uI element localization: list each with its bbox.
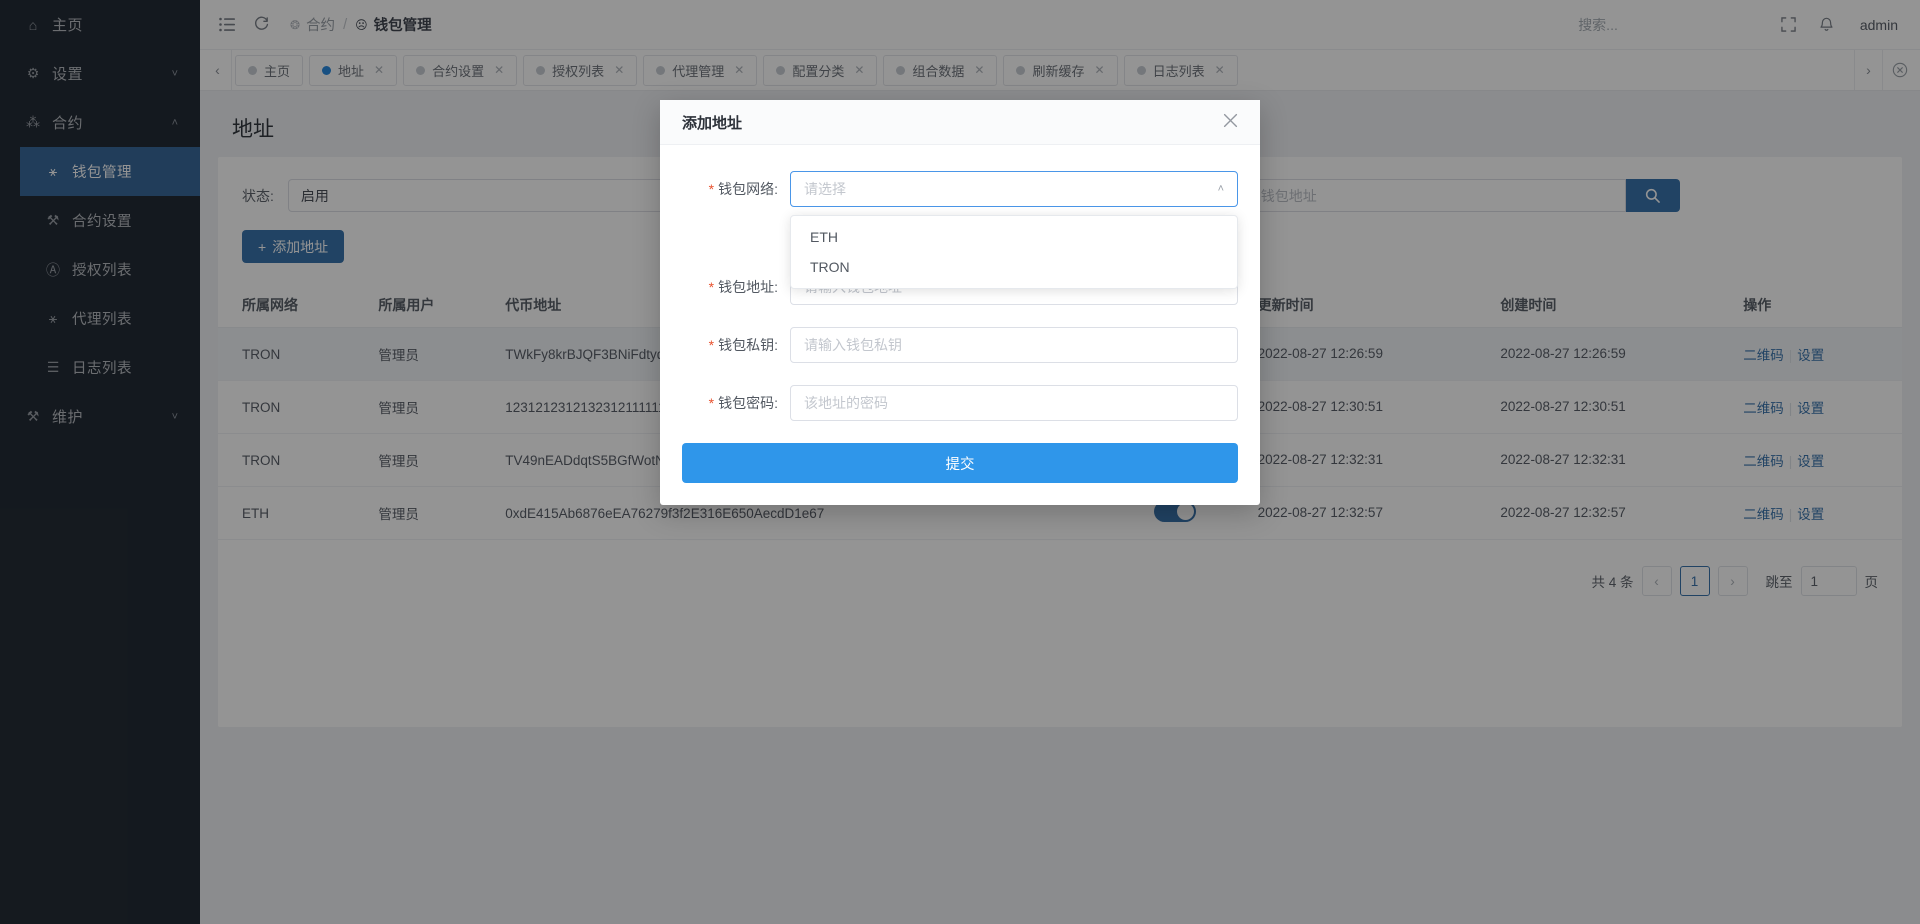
field-control: 请选择 ˄	[790, 171, 1238, 207]
field-control: 请输入钱包私钥	[790, 327, 1238, 363]
form-row-3: *钱包密码: 该地址的密码	[682, 385, 1238, 421]
field-label: 钱包地址:	[718, 279, 778, 295]
dropdown-option-eth[interactable]: ETH	[791, 222, 1237, 252]
wallet-network-select[interactable]: 请选择 ˄	[790, 171, 1238, 207]
field-label-wrap: *钱包私钥:	[682, 335, 790, 355]
form-row-0: *钱包网络:请选择˄ETHTRON	[682, 171, 1238, 207]
form-row-2: *钱包私钥: 请输入钱包私钥	[682, 327, 1238, 363]
field-label: 钱包网络:	[718, 181, 778, 197]
required-marker: *	[709, 395, 714, 411]
required-marker: *	[709, 181, 714, 197]
field-input-2[interactable]: 请输入钱包私钥	[790, 327, 1238, 363]
modal-header: 添加地址	[660, 100, 1260, 145]
submit-button[interactable]: 提交	[682, 443, 1238, 483]
modal-title: 添加地址	[682, 112, 742, 133]
field-placeholder: 该地址的密码	[804, 393, 888, 413]
modal-body: *钱包网络:请选择˄ETHTRON*钱包地址:请输入钱包地址*钱包私钥:请输入钱…	[660, 145, 1260, 505]
field-label: 钱包私钥:	[718, 337, 778, 353]
field-label: 钱包密码:	[718, 395, 778, 411]
required-marker: *	[709, 337, 714, 353]
network-dropdown: ETHTRON	[790, 215, 1238, 289]
field-input-3[interactable]: 该地址的密码	[790, 385, 1238, 421]
required-marker: *	[709, 279, 714, 295]
chevron-up-icon: ˄	[1218, 183, 1224, 195]
field-label-wrap: *钱包密码:	[682, 393, 790, 413]
field-label-wrap: *钱包网络:	[682, 179, 790, 199]
field-placeholder: 请输入钱包私钥	[804, 335, 902, 355]
field-control: 该地址的密码	[790, 385, 1238, 421]
add-address-modal: 添加地址 *钱包网络:请选择˄ETHTRON*钱包地址:请输入钱包地址*钱包私钥…	[660, 100, 1260, 505]
dropdown-option-tron[interactable]: TRON	[791, 252, 1237, 282]
field-placeholder: 请选择	[804, 179, 846, 199]
close-icon[interactable]	[1223, 113, 1238, 131]
field-label-wrap: *钱包地址:	[682, 277, 790, 297]
modal-form: *钱包网络:请选择˄ETHTRON*钱包地址:请输入钱包地址*钱包私钥:请输入钱…	[682, 171, 1238, 421]
